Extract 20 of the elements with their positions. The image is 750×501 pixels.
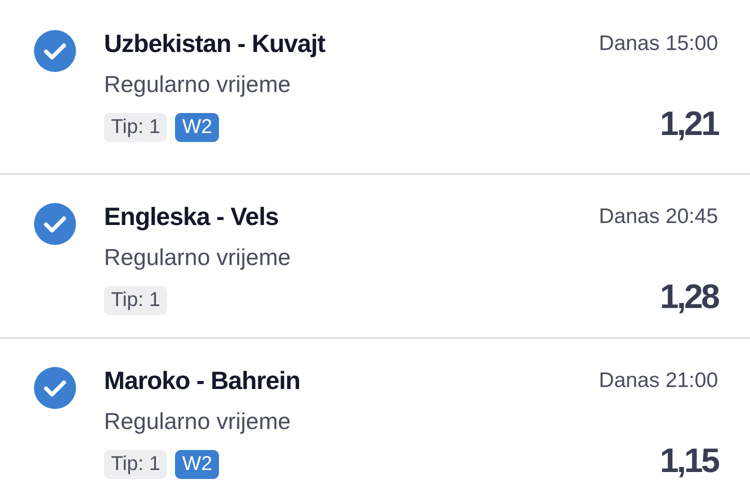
tip-tag: Tip: 1 [104, 450, 168, 479]
checkmark-icon[interactable] [34, 367, 76, 409]
odds-value: 1,28 [660, 279, 718, 315]
checkmark-icon[interactable] [34, 30, 76, 72]
match-title: Uzbekistan - Kuvajt [104, 29, 326, 60]
market-label: Regularno vrijeme [104, 70, 292, 99]
market-badge: W2 [175, 113, 220, 142]
odds-value: 1,21 [660, 106, 718, 142]
market-badge: W2 [175, 450, 220, 479]
checkmark-icon[interactable] [34, 203, 76, 245]
tip-tag: Tip: 1 [104, 286, 168, 315]
match-title: Maroko - Bahrein [104, 366, 300, 397]
tip-tag: Tip: 1 [104, 113, 168, 142]
match-time: Danas 15:00 [598, 31, 718, 57]
match-time: Danas 21:00 [598, 368, 718, 394]
market-label: Regularno vrijeme [104, 243, 292, 272]
market-label: Regularno vrijeme [104, 407, 292, 436]
match-time: Danas 20:45 [598, 204, 718, 230]
match-title: Engleska - Vels [104, 202, 279, 233]
odds-value: 1,15 [660, 443, 718, 479]
